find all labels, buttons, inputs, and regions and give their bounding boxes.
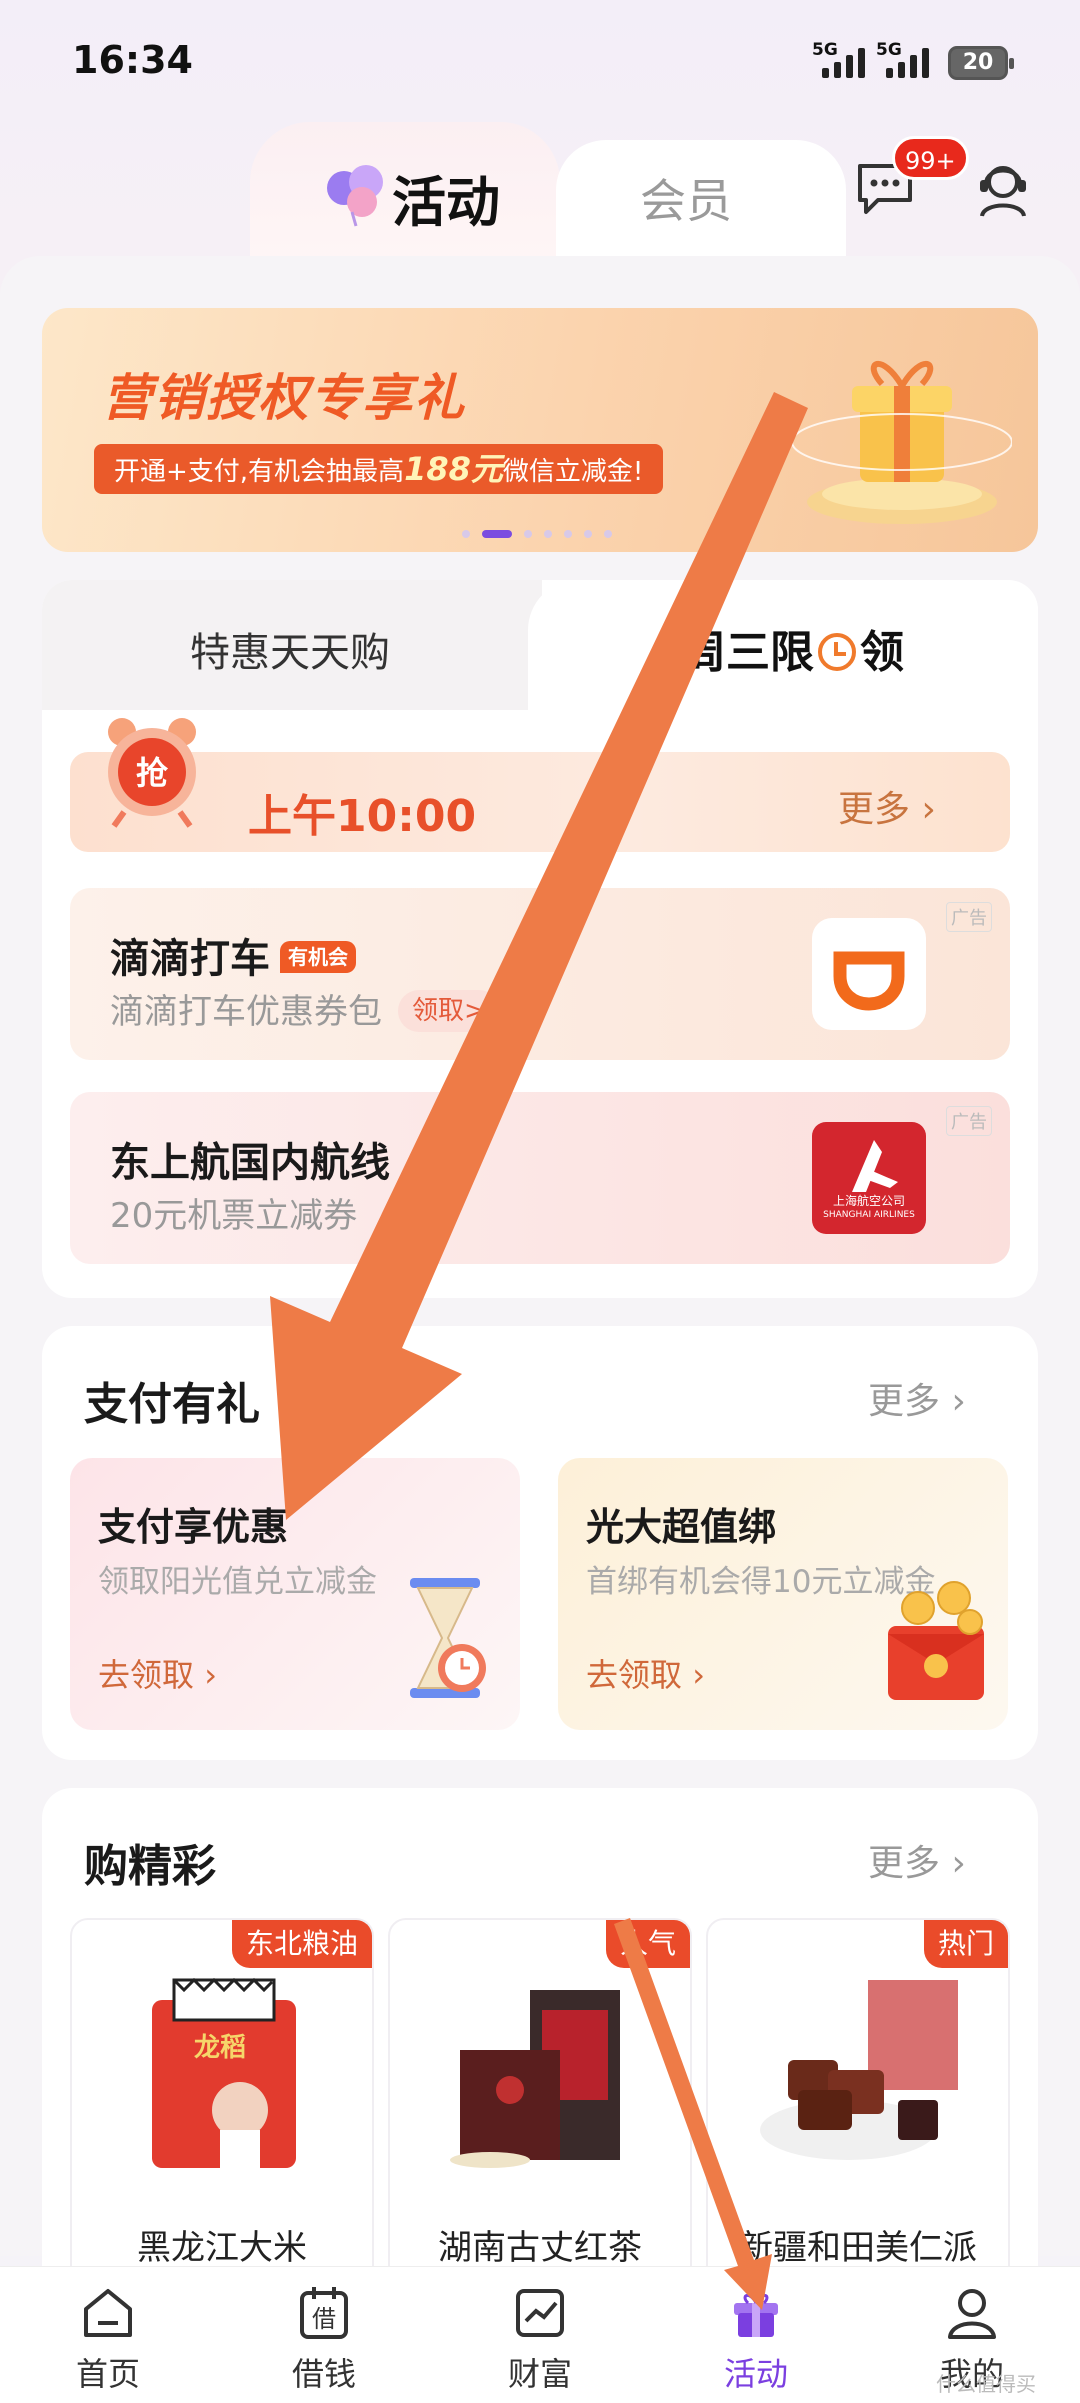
ad-label: 广告: [946, 902, 992, 932]
offer-shanghai-airlines[interactable]: 东上航国内航线 20元机票立减券 广告 上海航空公司 SHANGHAI AIRL…: [70, 1092, 1010, 1264]
pay-card-subtitle: 领取阳光值兑立减金: [98, 1564, 377, 1600]
shanghai-airlines-logo-icon: 上海航空公司 SHANGHAI AIRLINES: [812, 1122, 926, 1234]
hourglass-icon: [410, 1578, 486, 1698]
time-label: 上午10:00: [248, 791, 477, 842]
claim-link[interactable]: 去领取 ›: [98, 1650, 217, 1696]
tab-wednesday-deals-label[interactable]: 周三限领: [682, 616, 904, 680]
nav-loan-label: 借钱: [291, 2355, 356, 2393]
product-name: 湖南古丈红茶: [438, 2228, 642, 2268]
offer-didi[interactable]: 滴滴打车 有机会 滴滴打车优惠券包 领取> 广告: [70, 888, 1010, 1060]
signal-icon: 5G: [812, 40, 872, 80]
wealth-icon: [516, 2289, 564, 2337]
status-bar: 16:34 5G 5G 20: [0, 0, 1080, 120]
pay-section-title: 支付有礼: [84, 1379, 260, 1430]
pay-offer-card[interactable]: 支付享优惠 领取阳光值兑立减金 去领取 ›: [70, 1458, 520, 1730]
message-badge: 99+: [892, 136, 969, 180]
banner-subtitle: 开通+支付,有机会抽最高188元微信立减金!: [94, 444, 664, 494]
nav-activity[interactable]: 活动: [648, 2267, 864, 2403]
airline-logo-en: SHANGHAI AIRLINES: [823, 1210, 915, 1220]
nav-home-label: 首页: [75, 2355, 140, 2393]
alarm-clock-icon: 抢: [108, 718, 196, 828]
product-card-tea[interactable]: 人气 湖南古丈红茶: [388, 1918, 692, 2318]
nav-wealth-label: 财富: [507, 2355, 572, 2393]
airline-logo-cn: 上海航空公司: [832, 1194, 905, 1208]
offer-subtitle: 20元机票立减券: [110, 1196, 358, 1236]
carousel-dots: [462, 530, 612, 538]
tab-activity-label[interactable]: 活动: [392, 158, 500, 237]
pay-card-title: 支付享优惠: [98, 1505, 289, 1549]
clock-icon: [818, 633, 856, 671]
svg-text:龙稻: 龙稻: [194, 2033, 246, 2063]
svg-text:抢: 抢: [136, 754, 169, 792]
customer-service-icon[interactable]: [974, 158, 1032, 220]
product-card-walnut[interactable]: 热门 新疆和田美仁派: [706, 1918, 1010, 2318]
offer-subtitle: 滴滴打车优惠券包 领取>: [110, 984, 500, 1033]
pay-card-title: 光大超值绑: [586, 1505, 777, 1549]
banner-title: 营销授权专享礼: [102, 369, 466, 427]
nav-wealth[interactable]: 财富: [432, 2267, 648, 2403]
offer-title: 东上航国内航线: [110, 1140, 390, 1186]
status-time: 16:34: [72, 38, 193, 82]
deals-card: 特惠天天购 周三限领 抢 上午10:00 更多 › 滴滴打车 有机会 滴滴打车优惠…: [42, 580, 1038, 1298]
shop-section-title: 购精彩: [84, 1841, 216, 1892]
product-name: 新疆和田美仁派: [739, 2228, 977, 2268]
ad-label: 广告: [946, 1106, 992, 1136]
nav-loan[interactable]: 借 借钱: [216, 2267, 432, 2403]
deals-more-link[interactable]: 更多 ›: [838, 780, 936, 832]
walnut-cake-image: [760, 1980, 958, 2160]
loan-icon: 借: [300, 2287, 348, 2339]
bottom-nav: 首页 借 借钱 财富 活动 我的: [0, 2266, 1080, 2403]
profile-icon: [948, 2289, 996, 2339]
pay-more-link[interactable]: 更多 ›: [868, 1372, 966, 1424]
rice-bag-image: 龙稻: [152, 1977, 296, 2168]
product-card-rice[interactable]: 东北粮油 龙稻 黑龙江大米: [70, 1918, 374, 2318]
svg-text:借: 借: [312, 2305, 336, 2333]
didi-logo-icon: [812, 918, 926, 1030]
red-envelope-icon: [888, 1581, 984, 1700]
tab-daily-deals-label[interactable]: 特惠天天购: [190, 620, 390, 678]
offer-tag: 有机会: [280, 941, 356, 973]
battery-icon: 20: [948, 46, 1014, 80]
nav-home[interactable]: 首页: [0, 2267, 216, 2403]
watermark: 什么值得买: [936, 2372, 1036, 2396]
product-tag: 人气: [605, 1920, 690, 1968]
gift-icon: [734, 2294, 778, 2337]
product-name: 黑龙江大米: [137, 2228, 307, 2268]
balloon-icon: [327, 165, 383, 227]
bind-offer-card[interactable]: 光大超值绑 首绑有机会得10元立减金 去领取 ›: [558, 1458, 1008, 1730]
tea-box-image: [450, 1990, 620, 2168]
gift-box-icon: [791, 361, 1012, 524]
shop-more-link[interactable]: 更多 ›: [868, 1834, 966, 1886]
product-tag: 东北粮油: [231, 1920, 372, 1968]
promo-banner[interactable]: 营销授权专享礼 开通+支付,有机会抽最高188元微信立减金!: [42, 308, 1038, 552]
nav-activity-label: 活动: [723, 2355, 788, 2393]
claim-link[interactable]: 去领取 ›: [586, 1650, 705, 1696]
claim-button[interactable]: 领取>: [398, 990, 500, 1032]
tab-member-label[interactable]: 会员: [640, 165, 732, 231]
signal-icon-2: 5G: [876, 40, 936, 80]
offer-title: 滴滴打车 有机会: [110, 926, 356, 984]
home-icon: [84, 2289, 132, 2337]
product-tag: 热门: [923, 1920, 1008, 1968]
pay-rewards-card: 支付有礼 更多 › 支付享优惠 领取阳光值兑立减金 去领取 › 光大超值绑 首绑…: [42, 1326, 1038, 1760]
